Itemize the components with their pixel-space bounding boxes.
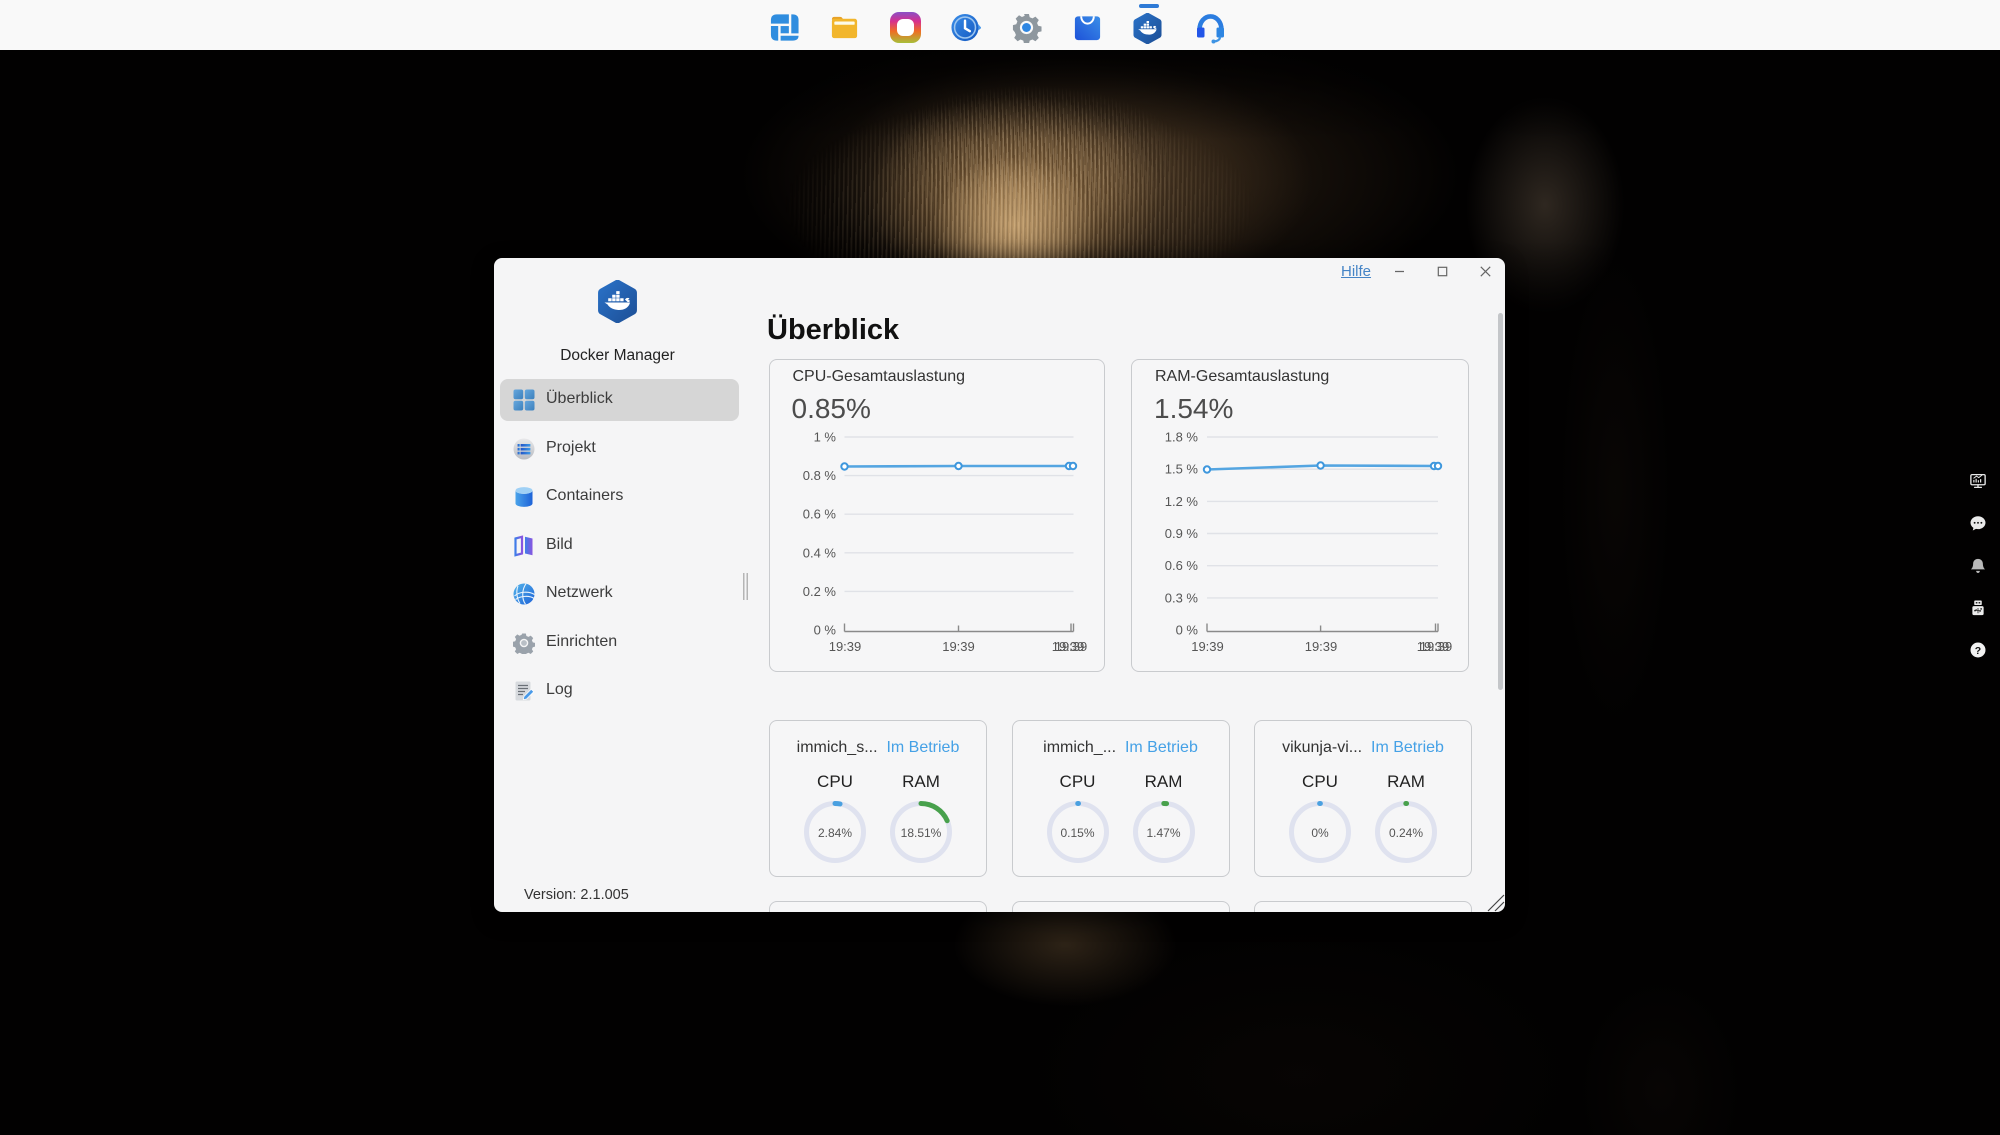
svg-text:0.4 %: 0.4 % — [802, 545, 836, 560]
svg-text:1 %: 1 % — [813, 430, 836, 445]
svg-text:1.8 %: 1.8 % — [1165, 430, 1199, 445]
svg-text:0 %: 0 % — [813, 623, 836, 638]
svg-text:1.5 %: 1.5 % — [1165, 462, 1199, 477]
svg-text:0.2 %: 0.2 % — [802, 584, 836, 599]
svg-text:19:39: 19:39 — [1420, 639, 1453, 654]
svg-text:0.3 %: 0.3 % — [1165, 590, 1199, 605]
svg-text:19:39: 19:39 — [942, 639, 975, 654]
svg-text:1.2 %: 1.2 % — [1165, 494, 1199, 509]
svg-text:19:39: 19:39 — [1054, 639, 1087, 654]
svg-text:19:39: 19:39 — [828, 639, 861, 654]
svg-text:0 %: 0 % — [1176, 623, 1199, 638]
svg-text:0.6 %: 0.6 % — [802, 507, 836, 522]
svg-text:?: ? — [1975, 645, 1981, 657]
svg-text:19:39: 19:39 — [1305, 639, 1338, 654]
svg-text:19:39: 19:39 — [1191, 639, 1224, 654]
svg-text:0.9 %: 0.9 % — [1165, 526, 1199, 541]
svg-text:0.8 %: 0.8 % — [802, 468, 836, 483]
svg-text:0.6 %: 0.6 % — [1165, 558, 1199, 573]
